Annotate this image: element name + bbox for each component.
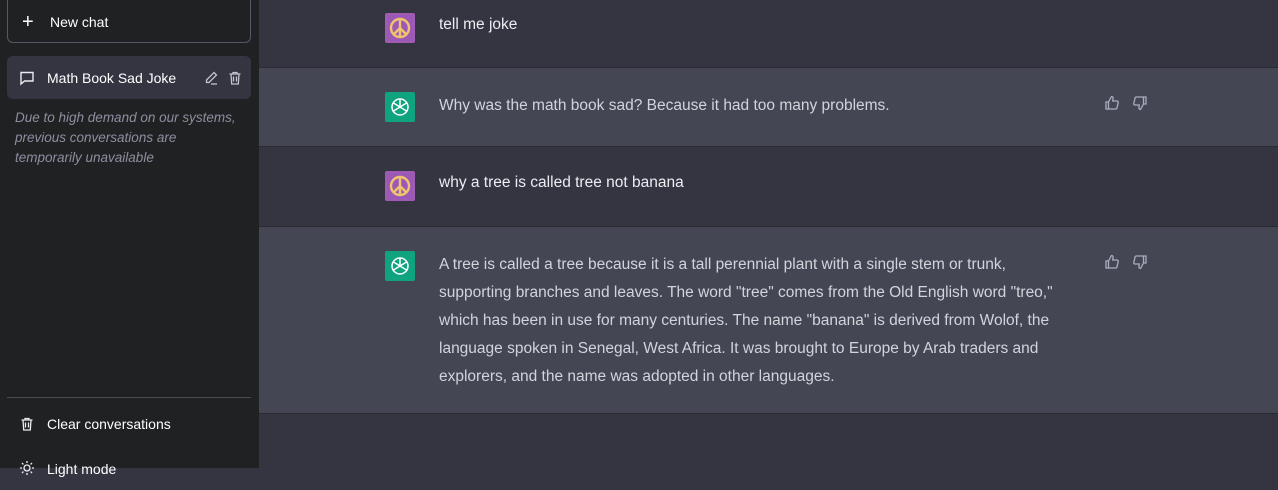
message-assistant: Why was the math book sad? Because it ha… [259, 68, 1278, 147]
openai-logo-icon [391, 257, 409, 275]
thumbs-down-icon[interactable] [1132, 254, 1148, 270]
clear-conversations-label: Clear conversations [47, 416, 171, 432]
chat-bubble-icon [19, 70, 35, 86]
peace-sign-icon [387, 173, 413, 199]
message-assistant: A tree is called a tree because it is a … [259, 227, 1278, 414]
sun-icon [19, 460, 35, 476]
message-text: Why was the math book sad? Because it ha… [439, 97, 890, 114]
trash-icon [19, 416, 35, 432]
thumbs-up-icon[interactable] [1104, 254, 1120, 270]
thumbs-down-icon[interactable] [1132, 95, 1148, 111]
peace-sign-icon [387, 15, 413, 41]
feedback-buttons [1104, 95, 1148, 111]
conversation-title: Math Book Sad Joke [47, 69, 177, 86]
clear-conversations-button[interactable]: Clear conversations [7, 405, 251, 443]
message-user: why a tree is called tree not banana [259, 147, 1278, 227]
assistant-avatar [385, 92, 415, 122]
openai-logo-icon [391, 98, 409, 116]
edit-icon[interactable] [203, 70, 219, 86]
light-mode-label: Light mode [47, 461, 117, 477]
thumbs-up-icon[interactable] [1104, 95, 1120, 111]
user-avatar [385, 13, 415, 43]
chat-thread: tell me joke Why was the math book sad? … [259, 0, 1278, 468]
trash-icon[interactable] [227, 70, 243, 86]
feedback-buttons [1104, 254, 1148, 270]
sidebar: + New chat Math Book Sad Joke Due to hig… [0, 0, 259, 477]
new-chat-button[interactable]: + New chat [7, 0, 251, 43]
user-avatar [385, 171, 415, 201]
conversation-item[interactable]: Math Book Sad Joke [7, 56, 251, 99]
assistant-avatar [385, 251, 415, 281]
light-mode-button[interactable]: Light mode [7, 452, 251, 490]
unavailable-notice: Due to high demand on our systems, previ… [15, 110, 236, 165]
message-text: A tree is called a tree because it is a … [439, 256, 1053, 385]
message-text: why a tree is called tree not banana [439, 174, 684, 191]
message-text: tell me joke [439, 16, 518, 33]
divider [7, 397, 251, 398]
message-user: tell me joke [259, 0, 1278, 68]
plus-icon: + [22, 10, 34, 33]
new-chat-label: New chat [50, 13, 109, 30]
